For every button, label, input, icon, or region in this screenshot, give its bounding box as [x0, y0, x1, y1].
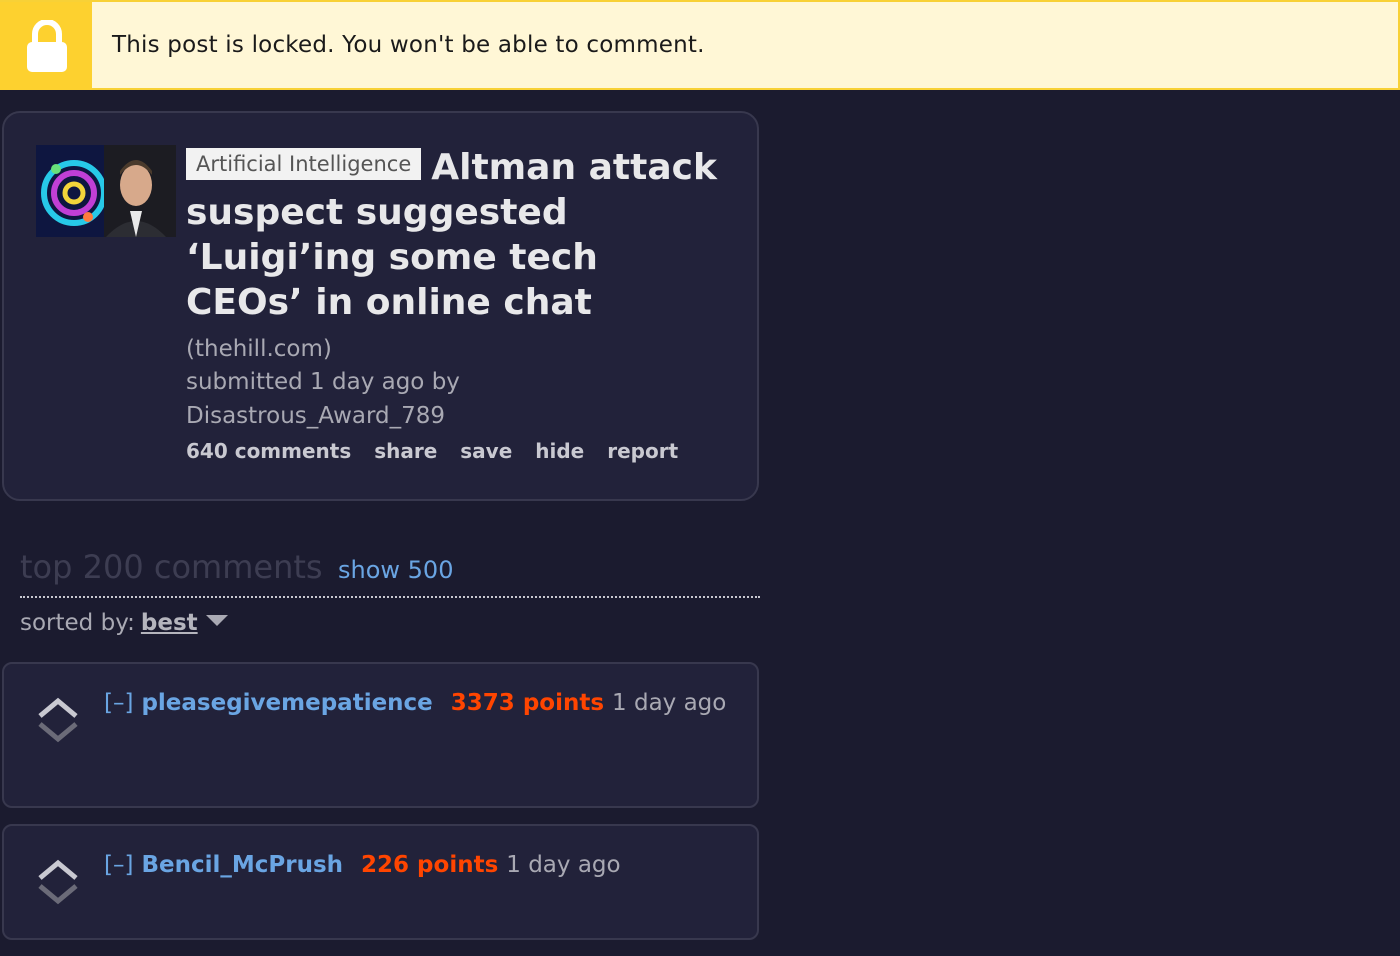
downvote-icon[interactable] — [36, 720, 80, 744]
post-domain[interactable]: (thehill.com) — [186, 333, 726, 365]
collapse-toggle[interactable]: [–] — [104, 690, 133, 716]
sorted-by-label: sorted by: — [20, 610, 135, 636]
hide-button[interactable]: hide — [535, 439, 584, 463]
post-title-row: Artificial Intelligence Altman attack sus… — [186, 145, 726, 325]
post-author[interactable]: Disastrous_Award_789 — [186, 399, 726, 433]
comment: [–] Bencil_McPrush 226 points 1 day ago — [2, 824, 759, 940]
comment-score: 226 points — [361, 852, 499, 878]
post-flair[interactable]: Artificial Intelligence — [186, 148, 422, 180]
upvote-icon[interactable] — [36, 858, 80, 882]
share-button[interactable]: share — [374, 439, 437, 463]
locked-banner: This post is locked. You won't be able t… — [0, 0, 1400, 90]
post-buttons: 640 comments share save hide report — [186, 439, 726, 463]
comment-author[interactable]: Bencil_McPrush — [141, 852, 343, 878]
sort-control: sorted by: best — [20, 610, 228, 636]
post-card: Artificial Intelligence Altman attack sus… — [2, 111, 759, 501]
comment: [–] pleasegivemepatience 3373 points 1 day … — [2, 662, 759, 808]
comment-meta: [–] Bencil_McPrush 226 points 1 day ago — [104, 852, 621, 878]
vote-arrows — [36, 858, 80, 906]
comment-time: 1 day ago — [612, 690, 727, 716]
save-button[interactable]: save — [460, 439, 512, 463]
post-thumbnail[interactable] — [36, 145, 176, 237]
show-500-link[interactable]: show 500 — [338, 556, 453, 584]
downvote-icon[interactable] — [36, 882, 80, 906]
comment-meta: [–] pleasegivemepatience 3373 points 1 day … — [104, 690, 726, 716]
sort-dropdown[interactable]: best — [141, 610, 198, 636]
chevron-down-icon[interactable] — [205, 615, 228, 626]
post-tagline: submitted 1 day ago by — [186, 369, 460, 395]
top-comments-title: top 200 comments — [20, 548, 323, 586]
vote-arrows — [36, 696, 80, 744]
comment-time: 1 day ago — [506, 852, 621, 878]
lock-icon — [27, 20, 67, 72]
lock-icon-box — [0, 2, 92, 90]
post-body: Artificial Intelligence Altman attack sus… — [186, 145, 726, 463]
collapse-toggle[interactable]: [–] — [104, 852, 133, 878]
comment-score: 3373 points — [450, 690, 605, 716]
comment-author[interactable]: pleasegivemepatience — [141, 690, 432, 716]
upvote-icon[interactable] — [36, 696, 80, 720]
locked-message: This post is locked. You won't be able t… — [112, 32, 705, 58]
report-button[interactable]: report — [607, 439, 678, 463]
comments-button[interactable]: 640 comments — [186, 439, 351, 463]
comments-header: top 200 comments show 500 — [20, 548, 760, 598]
